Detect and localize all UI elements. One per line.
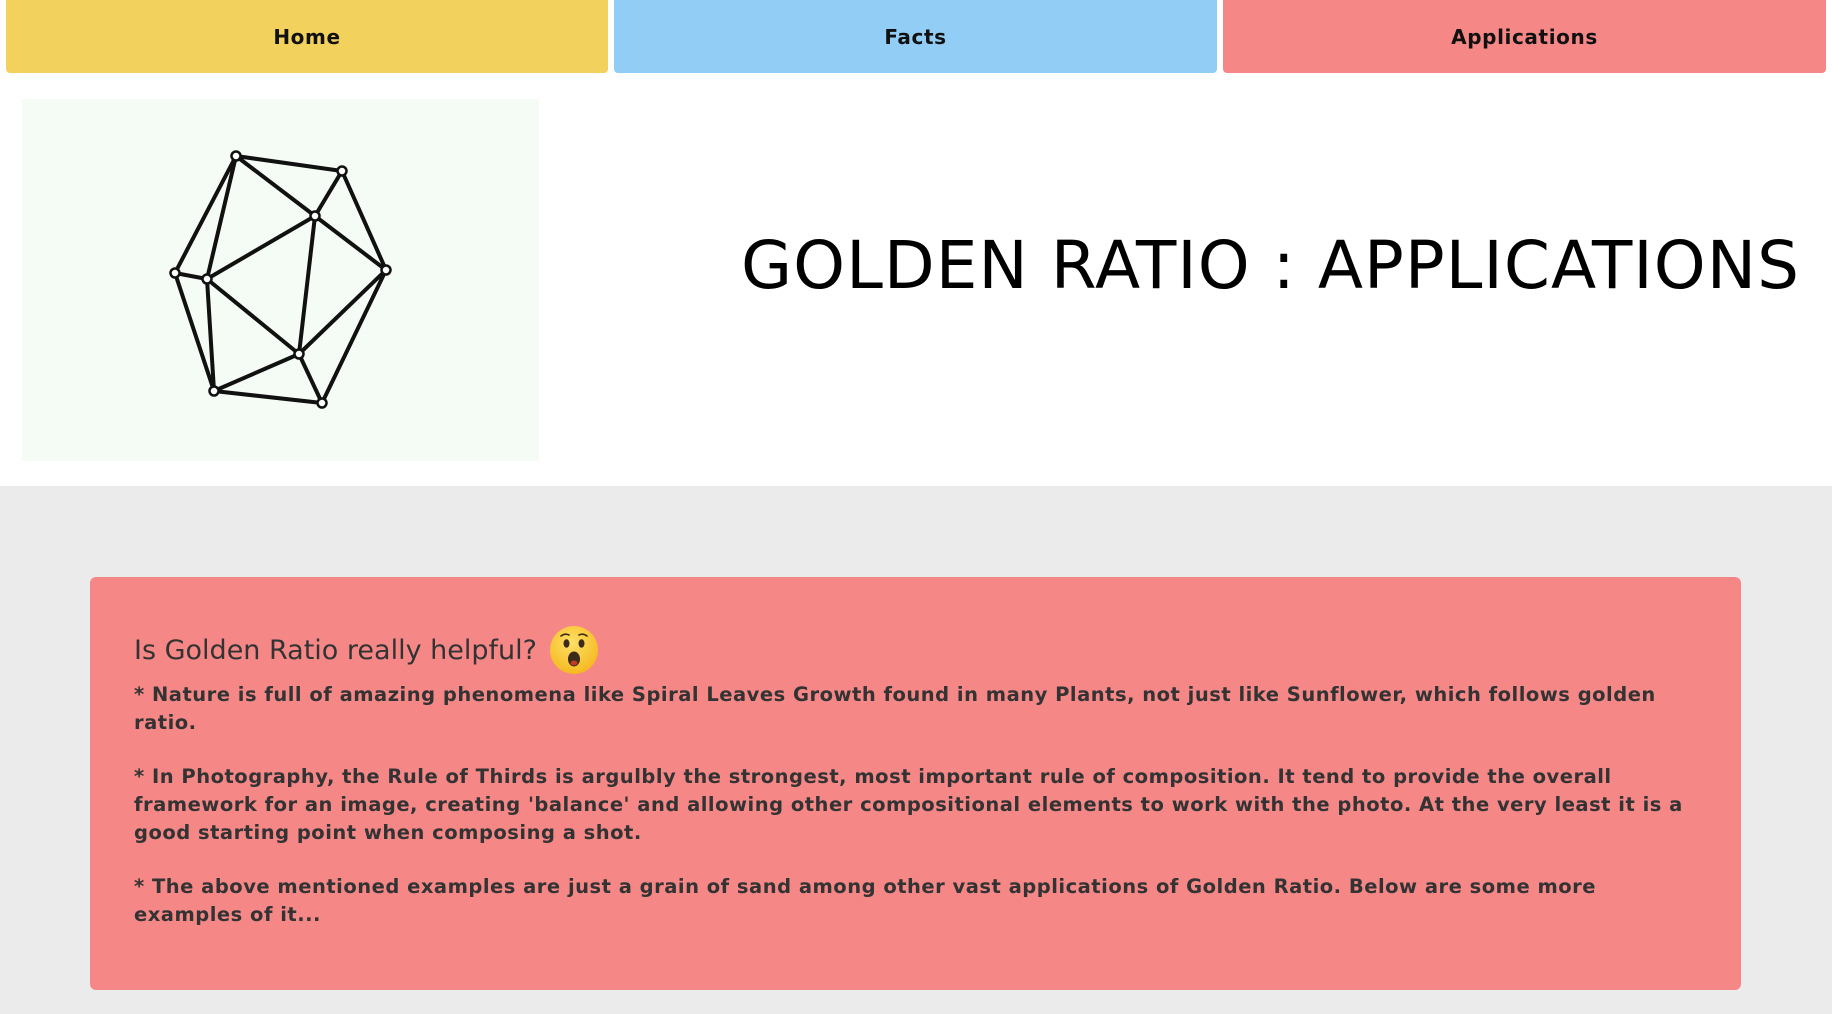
nav-applications-button[interactable]: Applications (1223, 0, 1826, 73)
card-heading-text: Is Golden Ratio really helpful? (134, 634, 537, 666)
logo-image (22, 99, 539, 461)
page-title: GOLDEN RATIO : APPLICATIONS (741, 227, 1800, 304)
card-heading: Is Golden Ratio really helpful? (134, 625, 1697, 675)
card-paragraph-more-examples: * The above mentioned examples are just … (134, 875, 1597, 926)
astonished-face-icon (549, 625, 599, 675)
icosahedron-wireframe-icon (169, 150, 392, 409)
info-card: Is Golden Ratio really helpful? * Nature… (90, 577, 1741, 990)
top-nav: Home Facts Applications (0, 0, 1832, 73)
nav-facts-button[interactable]: Facts (614, 0, 1217, 73)
card-paragraph-photography: * In Photography, the Rule of Thirds is … (134, 765, 1683, 844)
nav-home-button[interactable]: Home (6, 0, 608, 73)
card-paragraph-nature: * Nature is full of amazing phenomena li… (134, 683, 1656, 734)
page-header: GOLDEN RATIO : APPLICATIONS (0, 73, 1832, 486)
